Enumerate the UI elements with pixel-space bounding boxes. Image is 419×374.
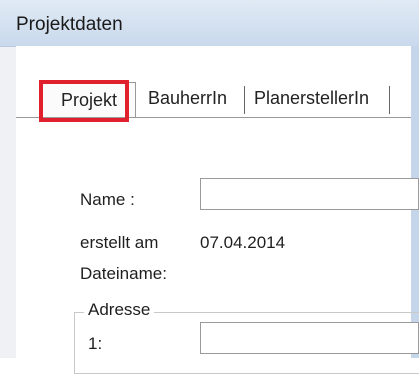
- created-label: erstellt am: [80, 233, 159, 252]
- projektdaten-window: Projektdaten Projekt BauherrIn Planerste…: [0, 0, 419, 374]
- address-line1-label: 1:: [88, 334, 103, 353]
- address-line1-field[interactable]: [200, 322, 419, 354]
- tab-bauherrin[interactable]: BauherrIn: [148, 88, 227, 109]
- filename-label: Dateiname:: [80, 264, 167, 283]
- tab-planerstellerin[interactable]: PlanerstellerIn: [254, 88, 369, 109]
- name-field[interactable]: [200, 178, 419, 210]
- tab-strip: Projekt BauherrIn PlanerstellerIn: [16, 70, 411, 134]
- name-label: Name :: [80, 190, 135, 209]
- title-bar: Projektdaten: [0, 0, 419, 47]
- tab-separator: [244, 86, 245, 114]
- address-group-title: Adresse: [84, 300, 155, 320]
- tab-separator: [389, 86, 390, 114]
- created-value: 07.04.2014: [200, 233, 286, 252]
- tab-projekt[interactable]: Projekt: [42, 82, 136, 117]
- tab-panel-border: [16, 117, 411, 118]
- window-title: Projektdaten: [16, 14, 123, 35]
